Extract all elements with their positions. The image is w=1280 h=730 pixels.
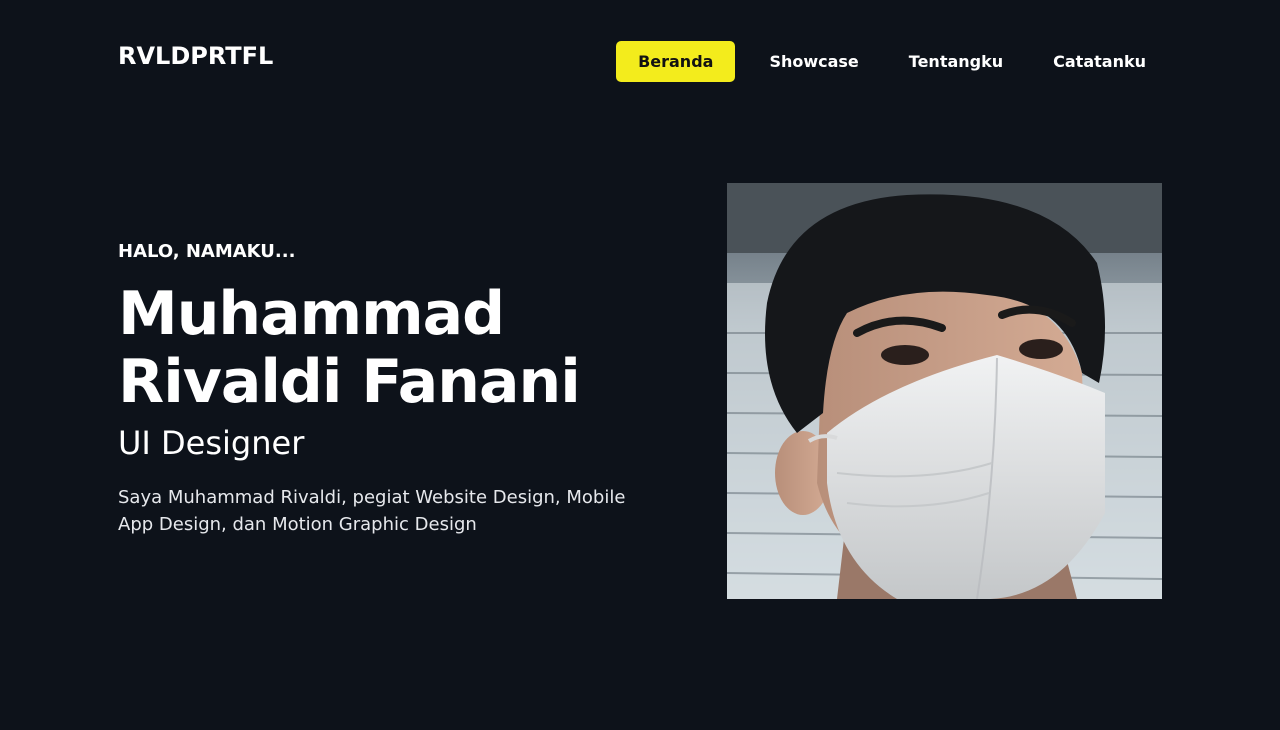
site-logo[interactable]: RVLDPRTFL	[118, 41, 273, 71]
nav-item-beranda[interactable]: Beranda	[616, 41, 736, 82]
hero-name-line1: Muhammad	[118, 279, 505, 349]
nav-item-catatanku[interactable]: Catatanku	[1037, 41, 1162, 82]
hero-role: UI Designer	[118, 424, 305, 462]
site-header: RVLDPRTFL Beranda Showcase Tentangku Cat…	[118, 41, 1162, 82]
hero-intro: HALO, NAMAKU... Muhammad Rivaldi Fanani …	[118, 238, 678, 538]
hero-name: Muhammad Rivaldi Fanani	[118, 280, 678, 416]
hero-name-line2: Rivaldi Fanani	[118, 347, 581, 417]
main-nav: Beranda Showcase Tentangku Catatanku	[616, 41, 1162, 82]
profile-photo-illustration	[727, 183, 1162, 599]
nav-item-showcase[interactable]: Showcase	[753, 41, 874, 82]
profile-photo	[727, 183, 1162, 599]
hero-greeting: HALO, NAMAKU...	[118, 241, 296, 262]
page: RVLDPRTFL Beranda Showcase Tentangku Cat…	[0, 0, 1280, 730]
hero-description: Saya Muhammad Rivaldi, pegiat Website De…	[118, 487, 626, 535]
nav-item-tentangku[interactable]: Tentangku	[893, 41, 1019, 82]
